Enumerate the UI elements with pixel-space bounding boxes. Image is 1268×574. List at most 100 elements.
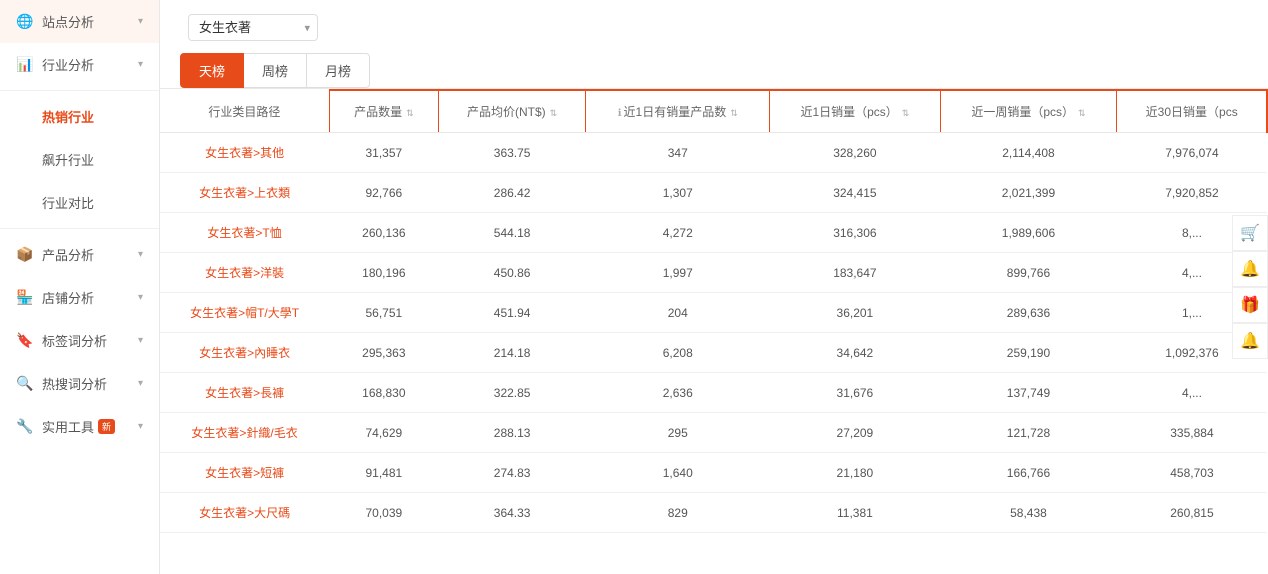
category-select[interactable]: 女生衣著 <box>188 14 318 41</box>
industry-link[interactable]: 女生衣著>內睡衣 <box>199 346 290 360</box>
sidebar-item-keyword-analysis[interactable]: 🔖标签词分析▾ <box>0 319 159 362</box>
store-analysis-icon: 🏪 <box>16 289 34 307</box>
sidebar-item-product-analysis[interactable]: 📦产品分析▾ <box>0 233 159 276</box>
sidebar-label-product-analysis: 产品分析 <box>42 245 94 264</box>
table-row: 女生衣著>其他31,357363.75347328,2602,114,4087,… <box>160 133 1267 173</box>
data-cell: 316,306 <box>770 213 940 253</box>
data-cell: 544.18 <box>439 213 586 253</box>
header-area: 女生衣著 天榜周榜月榜 <box>160 0 1268 89</box>
sort-icon: ⇅ <box>730 108 738 119</box>
arrow-icon: ▾ <box>138 378 143 389</box>
bell-icon[interactable]: 🔔 <box>1232 251 1268 287</box>
data-cell: 2,636 <box>586 373 770 413</box>
data-cell: 829 <box>586 493 770 533</box>
industry-path-cell[interactable]: 女生衣著>針織/毛衣 <box>160 413 329 453</box>
industry-link[interactable]: 女生衣著>帽T/大學T <box>190 306 299 320</box>
sidebar-label-hot-industry: 热销行业 <box>42 107 94 126</box>
col-header-avg-price[interactable]: 产品均价(NT$)⇅ <box>439 90 586 133</box>
cart-icon[interactable]: 🛒 <box>1232 215 1268 251</box>
table-row: 女生衣著>針織/毛衣74,629288.1329527,209121,72833… <box>160 413 1267 453</box>
data-cell: 4,272 <box>586 213 770 253</box>
col-header-sales-1w[interactable]: 近一周销量（pcs）⇅ <box>940 90 1117 133</box>
table-row: 女生衣著>短褲91,481274.831,64021,180166,766458… <box>160 453 1267 493</box>
table-row: 女生衣著>帽T/大學T56,751451.9420436,201289,6361… <box>160 293 1267 333</box>
arrow-icon: ▾ <box>138 59 143 70</box>
tab-weekly[interactable]: 周榜 <box>243 53 307 88</box>
industry-path-cell[interactable]: 女生衣著>洋裝 <box>160 253 329 293</box>
data-cell: 34,642 <box>770 333 940 373</box>
sidebar-item-industry-compare[interactable]: 行业对比 <box>0 181 159 224</box>
industry-path-cell[interactable]: 女生衣著>上衣類 <box>160 173 329 213</box>
col-header-sales-count-1d[interactable]: ℹ近1日有销量产品数⇅ <box>586 90 770 133</box>
data-cell: 347 <box>586 133 770 173</box>
industry-link[interactable]: 女生衣著>短褲 <box>205 466 284 480</box>
data-cell: 259,190 <box>940 333 1117 373</box>
sidebar-label-tools: 实用工具 <box>42 417 94 436</box>
data-cell: 1,997 <box>586 253 770 293</box>
data-cell: 204 <box>586 293 770 333</box>
table-wrapper[interactable]: 行业类目路径产品数量⇅产品均价(NT$)⇅ℹ近1日有销量产品数⇅近1日销量（pc… <box>160 89 1268 574</box>
industry-path-cell[interactable]: 女生衣著>內睡衣 <box>160 333 329 373</box>
industry-link[interactable]: 女生衣著>長褲 <box>205 386 284 400</box>
industry-link[interactable]: 女生衣著>大尺碼 <box>199 506 290 520</box>
data-cell: 11,381 <box>770 493 940 533</box>
sort-icon: ⇅ <box>1078 108 1086 119</box>
industry-path-cell[interactable]: 女生衣著>T恤 <box>160 213 329 253</box>
data-cell: 328,260 <box>770 133 940 173</box>
category-select-wrapper[interactable]: 女生衣著 <box>188 14 318 41</box>
table-row: 女生衣著>洋裝180,196450.861,997183,647899,7664… <box>160 253 1267 293</box>
data-cell: 31,676 <box>770 373 940 413</box>
industry-path-cell[interactable]: 女生衣著>帽T/大學T <box>160 293 329 333</box>
bell2-icon[interactable]: 🔔 <box>1232 323 1268 359</box>
industry-link[interactable]: 女生衣著>洋裝 <box>205 266 284 280</box>
tab-daily[interactable]: 天榜 <box>180 53 244 88</box>
table-row: 女生衣著>上衣類92,766286.421,307324,4152,021,39… <box>160 173 1267 213</box>
table-row: 女生衣著>大尺碼70,039364.3382911,38158,438260,8… <box>160 493 1267 533</box>
industry-link[interactable]: 女生衣著>其他 <box>205 146 284 160</box>
data-cell: 4,... <box>1117 373 1267 413</box>
data-cell: 137,749 <box>940 373 1117 413</box>
sidebar-item-store-analysis[interactable]: 🏪 店铺分析 ▾ <box>0 276 159 319</box>
category-row: 女生衣著 <box>180 14 1248 41</box>
data-cell: 58,438 <box>940 493 1117 533</box>
sidebar-label-keyword-analysis: 标签词分析 <box>42 331 107 350</box>
col-header-product-count[interactable]: 产品数量⇅ <box>329 90 438 133</box>
sidebar-item-rising-industry[interactable]: 飙升行业 <box>0 138 159 181</box>
data-cell: 180,196 <box>329 253 438 293</box>
industry-path-cell[interactable]: 女生衣著>短褲 <box>160 453 329 493</box>
industry-path-cell[interactable]: 女生衣著>其他 <box>160 133 329 173</box>
sidebar-item-industry-analysis[interactable]: 📊行业分析▾ <box>0 43 159 86</box>
data-cell: 91,481 <box>329 453 438 493</box>
arrow-icon: ▾ <box>138 335 143 346</box>
data-cell: 2,114,408 <box>940 133 1117 173</box>
industry-link[interactable]: 女生衣著>T恤 <box>207 226 281 240</box>
tools-icon: 🔧 <box>16 418 34 436</box>
sort-icon: ⇅ <box>406 108 414 119</box>
data-cell: 322.85 <box>439 373 586 413</box>
data-cell: 335,884 <box>1117 413 1267 453</box>
industry-link[interactable]: 女生衣著>上衣類 <box>199 186 290 200</box>
sidebar-label-store-analysis: 店铺分析 <box>42 288 94 307</box>
arrow-icon: ▾ <box>138 292 143 303</box>
sidebar-item-site-analysis[interactable]: 🌐站点分析▾ <box>0 0 159 43</box>
sidebar-item-hot-industry[interactable]: 热销行业 <box>0 95 159 138</box>
data-cell: 36,201 <box>770 293 940 333</box>
industry-path-cell[interactable]: 女生衣著>長褲 <box>160 373 329 413</box>
industry-path-cell[interactable]: 女生衣著>大尺碼 <box>160 493 329 533</box>
data-cell: 286.42 <box>439 173 586 213</box>
sidebar-label-rising-industry: 飙升行业 <box>42 150 94 169</box>
sidebar-item-search-analysis[interactable]: 🔍热搜词分析▾ <box>0 362 159 405</box>
gift-icon[interactable]: 🎁 <box>1232 287 1268 323</box>
data-cell: 166,766 <box>940 453 1117 493</box>
tab-monthly[interactable]: 月榜 <box>306 53 370 88</box>
search-analysis-icon: 🔍 <box>16 375 34 393</box>
data-cell: 7,976,074 <box>1117 133 1267 173</box>
sidebar-item-tools[interactable]: 🔧实用工具新▾ <box>0 405 159 448</box>
data-cell: 288.13 <box>439 413 586 453</box>
table-row: 女生衣著>內睡衣295,363214.186,20834,642259,1901… <box>160 333 1267 373</box>
col-header-sales-1d[interactable]: 近1日销量（pcs）⇅ <box>770 90 940 133</box>
sort-icon: ⇅ <box>550 108 558 119</box>
data-cell: 899,766 <box>940 253 1117 293</box>
data-cell: 168,830 <box>329 373 438 413</box>
industry-link[interactable]: 女生衣著>針織/毛衣 <box>191 426 297 440</box>
